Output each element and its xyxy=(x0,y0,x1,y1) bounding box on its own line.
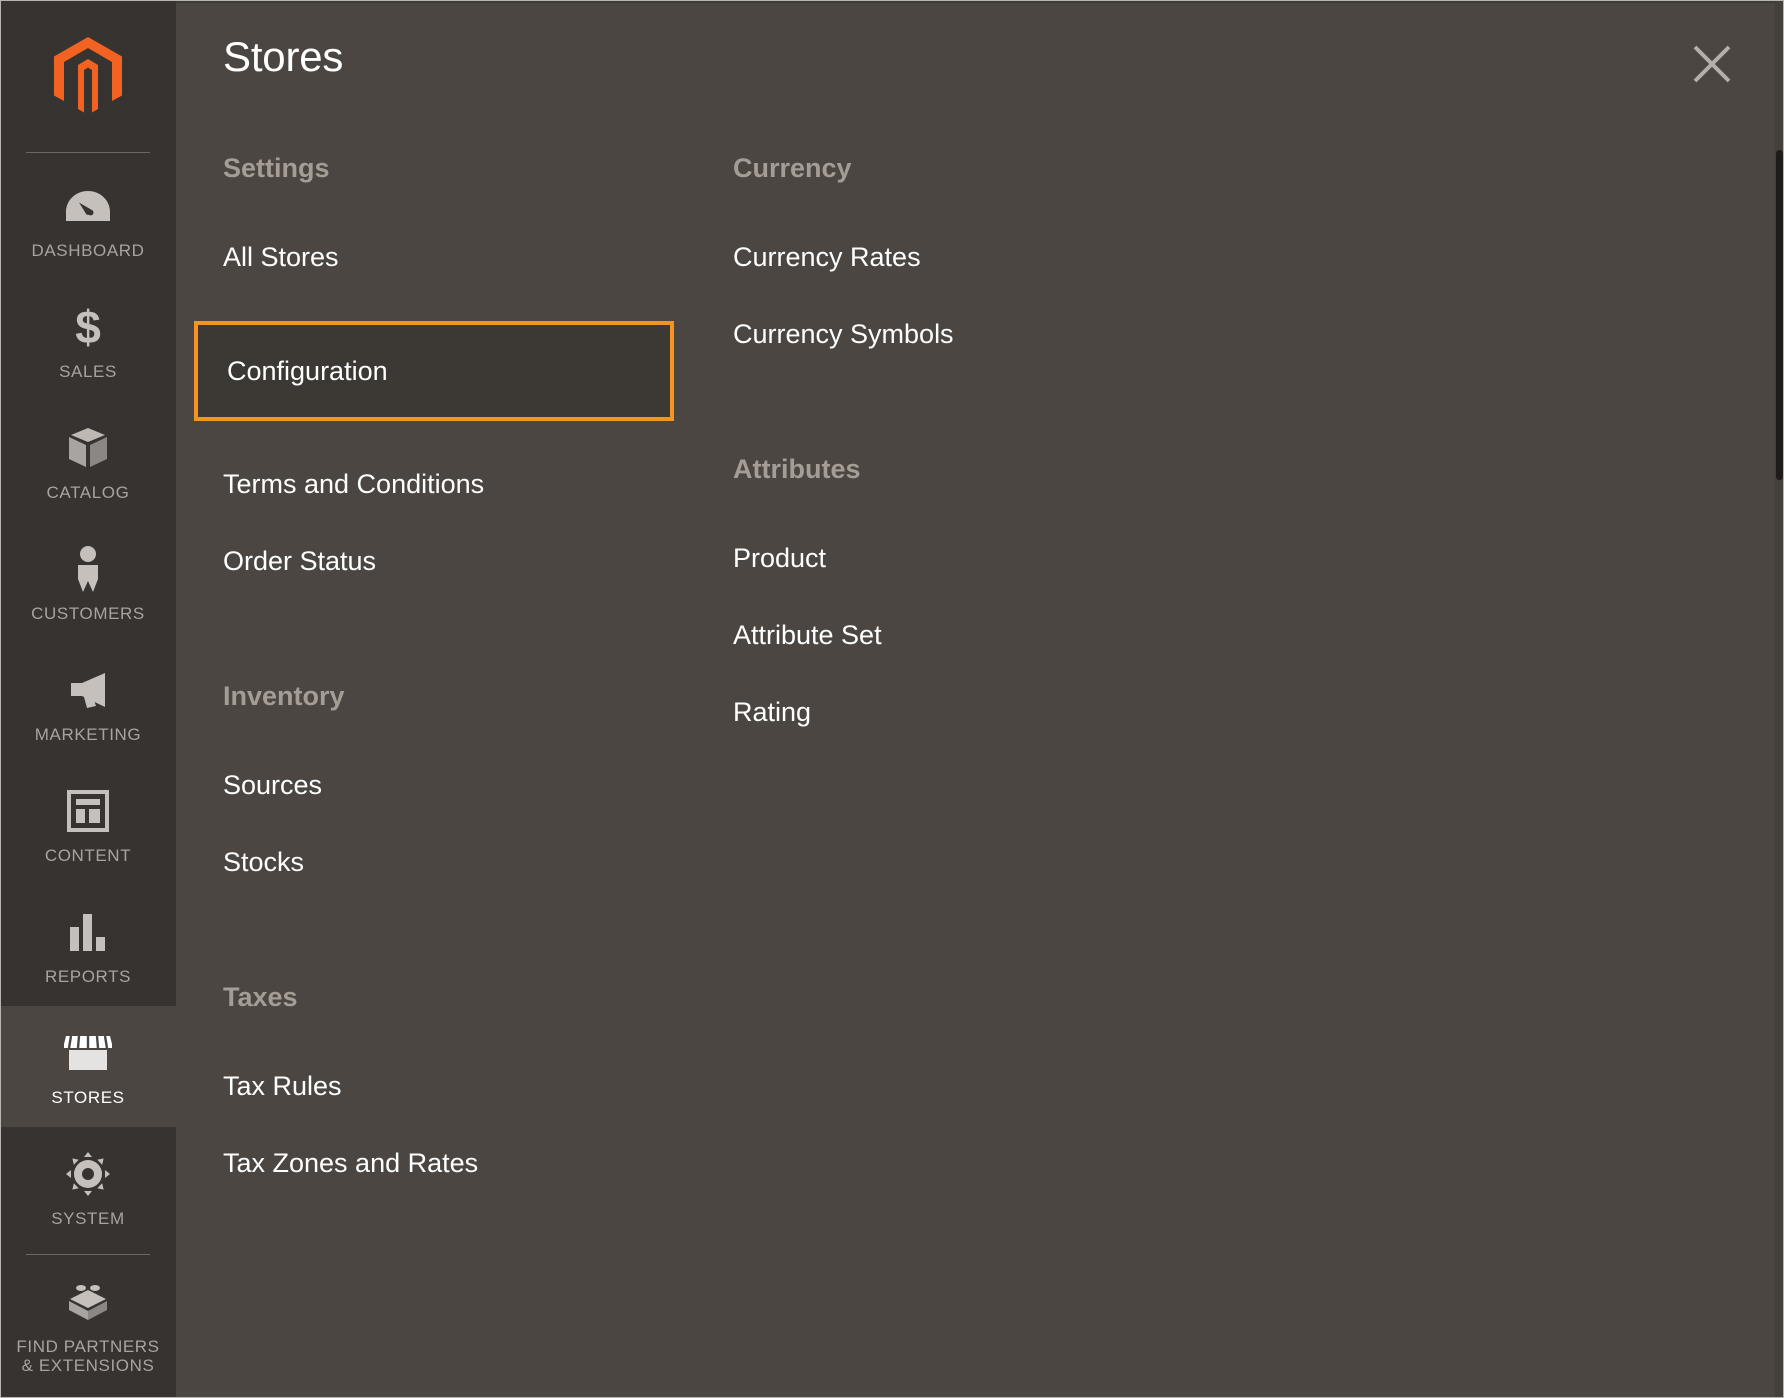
sidebar-item-label: REPORTS xyxy=(44,967,132,987)
menu-item-order-status[interactable]: Order Status xyxy=(223,548,693,575)
sidebar-item-dashboard[interactable]: DASHBOARD xyxy=(0,159,176,280)
sidebar-item-label: SYSTEM xyxy=(51,1209,125,1229)
menu-item-rating[interactable]: Rating xyxy=(733,699,1203,726)
menu-item-product[interactable]: Product xyxy=(733,545,1203,572)
dollar-sign-icon: $ xyxy=(73,302,103,352)
menu-item-terms-and-conditions[interactable]: Terms and Conditions xyxy=(223,471,693,498)
close-button[interactable] xyxy=(1686,38,1738,90)
sidebar-item-content[interactable]: CONTENT xyxy=(0,764,176,885)
person-icon xyxy=(73,544,103,594)
menu-column-right: Currency Currency Rates Currency Symbols… xyxy=(733,155,1203,726)
sidebar-item-label: CONTENT xyxy=(44,846,132,866)
menu-group-attributes: Attributes Product Attribute Set Rating xyxy=(733,456,1203,726)
sidebar-item-sales[interactable]: $ SALES xyxy=(0,280,176,401)
magento-logo[interactable] xyxy=(0,0,176,152)
box-icon xyxy=(67,423,109,473)
sidebar-item-label: CATALOG xyxy=(46,483,130,503)
sidebar-item-label: CUSTOMERS xyxy=(31,604,145,624)
stores-menu-panel: Stores Settings All Stores Configuration xyxy=(176,0,1784,1398)
menu-group-settings: Settings All Stores Configuration Terms … xyxy=(194,153,693,575)
menu-item-configuration[interactable]: Configuration xyxy=(227,357,388,385)
menu-group-title: Taxes xyxy=(223,982,298,1012)
close-x-icon xyxy=(1692,44,1732,84)
menu-item-tax-rules[interactable]: Tax Rules xyxy=(223,1073,693,1100)
svg-text:$: $ xyxy=(75,303,101,351)
menu-columns: Settings All Stores Configuration Terms … xyxy=(176,155,1784,1398)
menu-item-tax-zones-and-rates[interactable]: Tax Zones and Rates xyxy=(223,1150,693,1177)
menu-item-configuration-highlight[interactable]: Configuration xyxy=(194,321,674,421)
menu-group-taxes: Taxes Tax Rules Tax Zones and Rates xyxy=(223,984,693,1177)
dashboard-gauge-icon xyxy=(65,181,111,231)
sidebar-item-label: STORES xyxy=(51,1088,125,1108)
sidebar-item-stores[interactable]: STORES xyxy=(0,1006,176,1128)
sidebar-item-label: DASHBOARD xyxy=(31,241,145,260)
menu-item-stocks[interactable]: Stocks xyxy=(223,849,693,876)
admin-sidebar-nav: DASHBOARD $ SALES CATALOG CUSTOMERS MARK… xyxy=(0,0,176,1398)
sidebar-item-label: SALES xyxy=(59,362,117,382)
menu-column-left: Settings All Stores Configuration Terms … xyxy=(194,153,693,1177)
menu-group-title: Currency xyxy=(733,153,852,183)
menu-item-attribute-set[interactable]: Attribute Set xyxy=(733,622,1203,649)
sidebar-item-customers[interactable]: CUSTOMERS xyxy=(0,522,176,643)
sidebar-item-system[interactable]: SYSTEM xyxy=(0,1127,176,1248)
gear-icon xyxy=(66,1149,110,1199)
panel-top-border xyxy=(176,0,1784,3)
sidebar-item-marketing[interactable]: MARKETING xyxy=(0,643,176,764)
megaphone-icon xyxy=(65,665,111,715)
menu-group-currency: Currency Currency Rates Currency Symbols xyxy=(733,155,1203,348)
lego-brick-icon xyxy=(64,1277,112,1327)
storefront-icon xyxy=(64,1028,112,1078)
admin-app-window: DASHBOARD $ SALES CATALOG CUSTOMERS MARK… xyxy=(0,0,1784,1398)
menu-item-all-stores[interactable]: All Stores xyxy=(223,244,693,271)
page-title: Stores xyxy=(223,33,344,80)
sidebar-item-catalog[interactable]: CATALOG xyxy=(0,401,176,522)
sidebar-item-label: FIND PARTNERS & EXTENSIONS xyxy=(16,1337,160,1376)
menu-item-currency-symbols[interactable]: Currency Symbols xyxy=(733,321,1203,348)
menu-item-sources[interactable]: Sources xyxy=(223,772,693,799)
magento-logo-icon xyxy=(54,37,122,115)
menu-group-title: Settings xyxy=(223,153,330,183)
menu-group-title: Inventory xyxy=(223,681,345,711)
panel-scrollbar-track[interactable] xyxy=(1775,0,1784,1398)
layout-page-icon xyxy=(67,786,109,836)
panel-scrollbar-thumb[interactable] xyxy=(1776,150,1783,480)
menu-group-title: Attributes xyxy=(733,454,861,484)
bar-chart-icon xyxy=(67,907,109,957)
menu-item-currency-rates[interactable]: Currency Rates xyxy=(733,244,1203,271)
sidebar-item-label: MARKETING xyxy=(34,725,142,745)
sidebar-divider-top xyxy=(26,152,150,153)
menu-group-inventory: Inventory Sources Stocks xyxy=(223,683,693,876)
sidebar-item-reports[interactable]: REPORTS xyxy=(0,885,176,1006)
sidebar-item-find-partners-extensions[interactable]: FIND PARTNERS & EXTENSIONS xyxy=(0,1255,176,1395)
